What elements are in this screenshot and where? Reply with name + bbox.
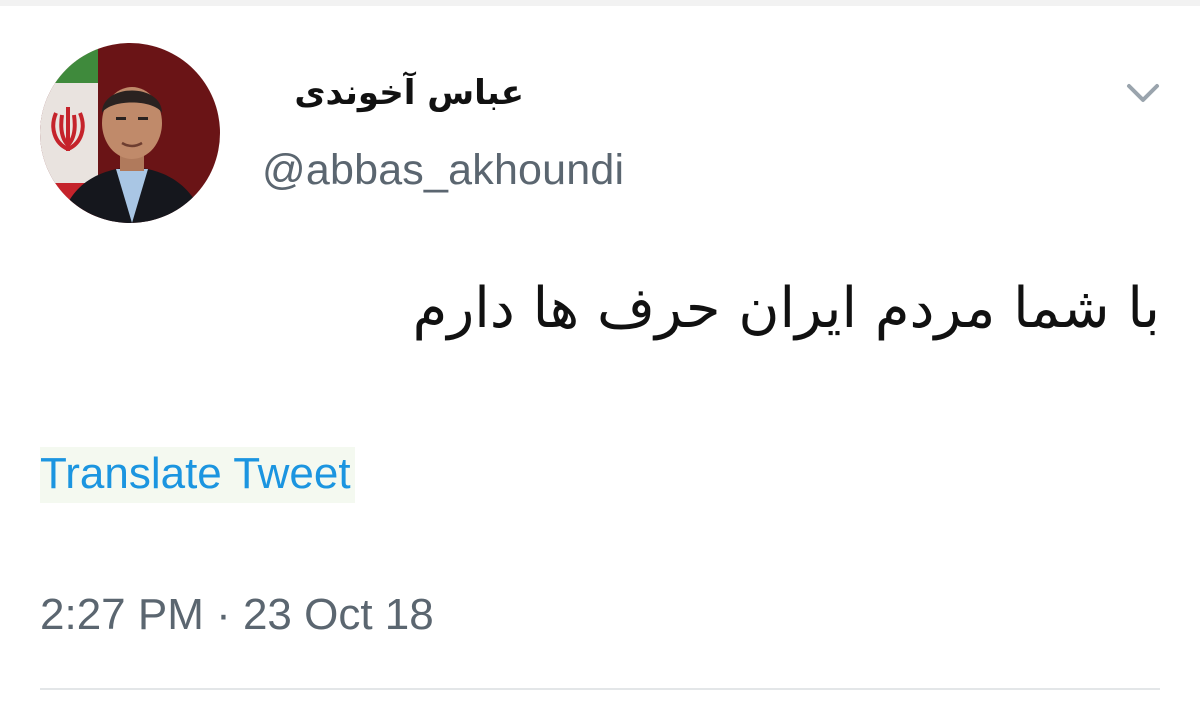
translate-tweet-link[interactable]: Translate Tweet	[40, 447, 355, 503]
avatar[interactable]	[40, 43, 220, 223]
tweet-text: با شما مردم ایران حرف ها دارم	[412, 276, 1160, 341]
user-handle[interactable]: @abbas_akhoundi	[262, 146, 624, 195]
chevron-down-icon[interactable]	[1124, 78, 1162, 108]
display-name[interactable]: عباس آخوندی	[262, 73, 524, 113]
top-divider	[0, 0, 1200, 6]
tweet-timestamp[interactable]: 2:27 PM · 23 Oct 18	[40, 590, 434, 640]
avatar-photo	[40, 43, 220, 223]
bottom-divider	[40, 688, 1160, 690]
